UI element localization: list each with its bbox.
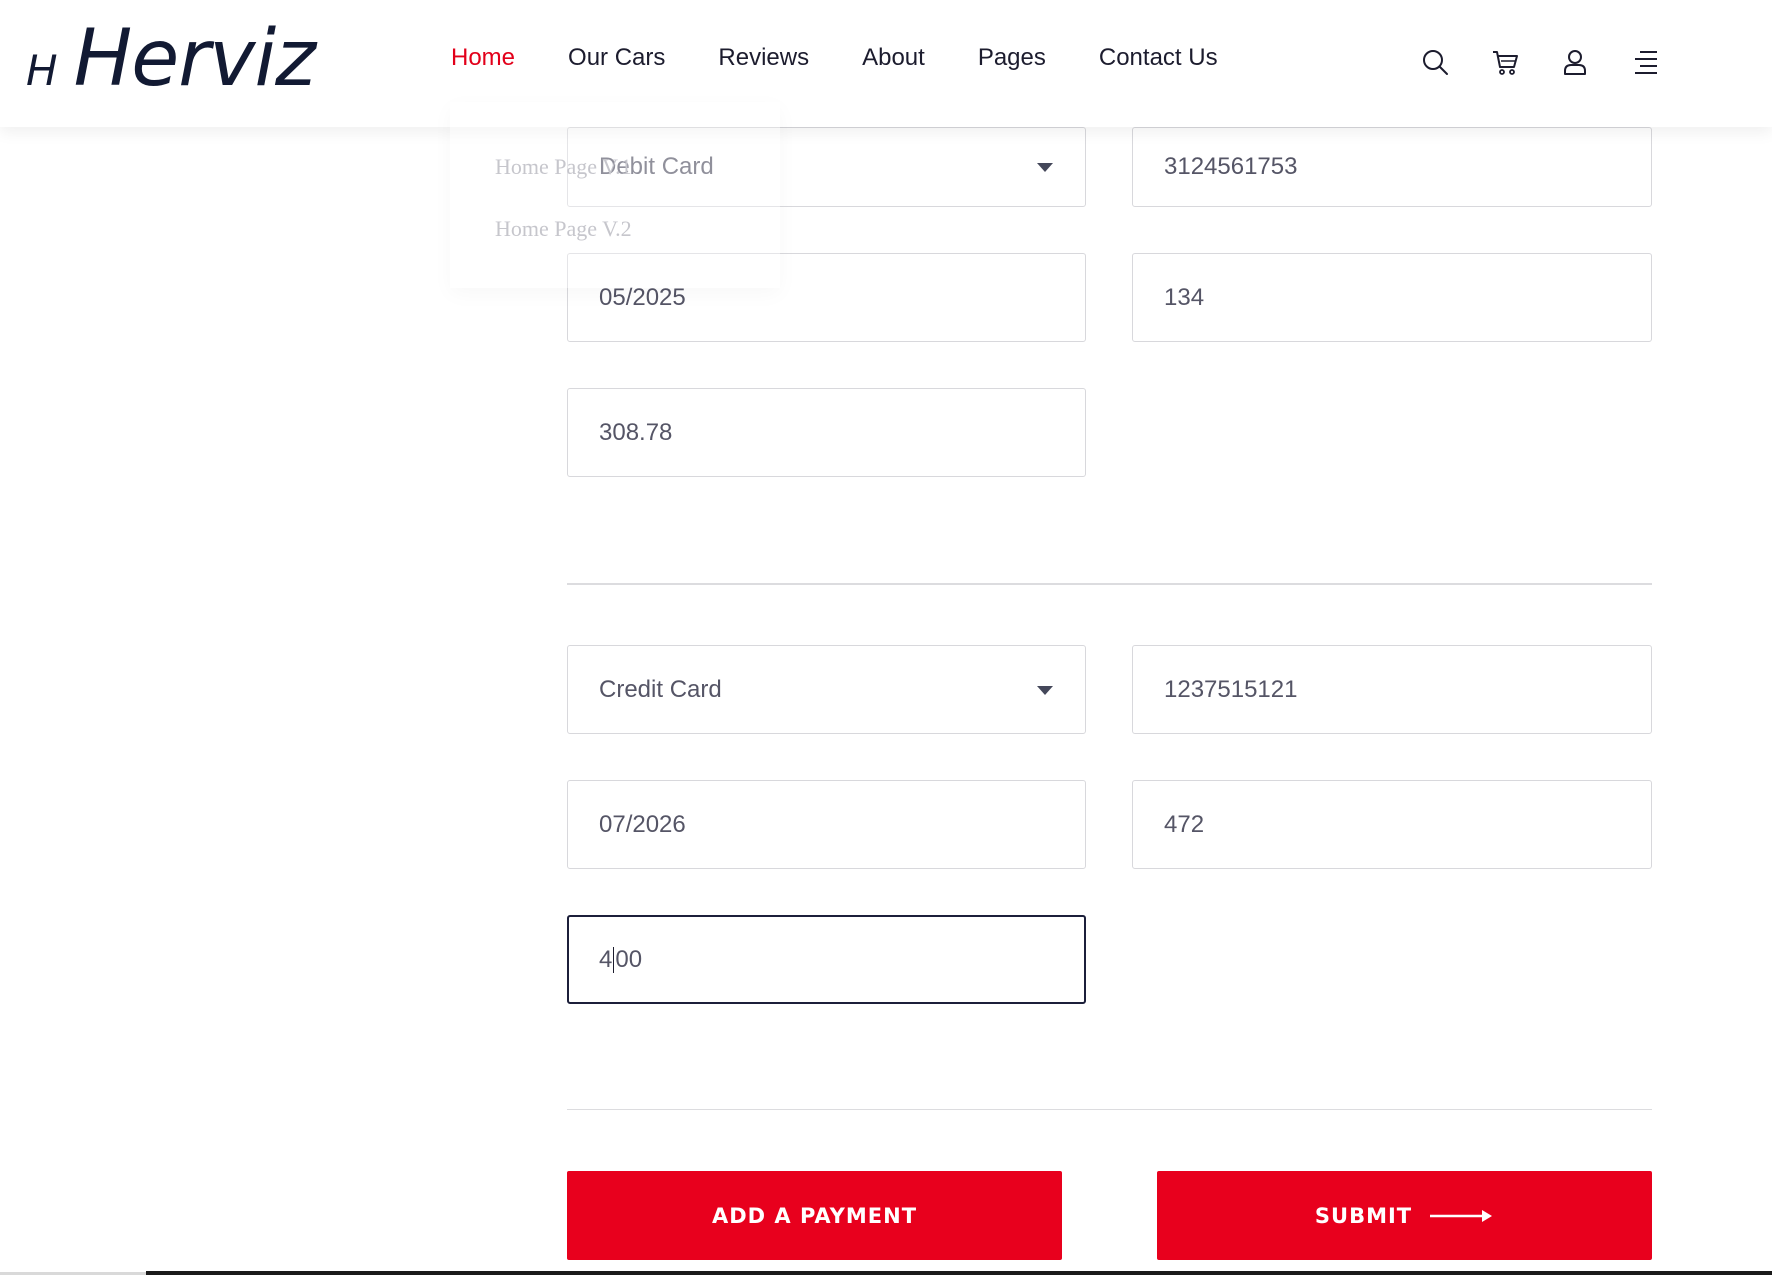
card-number-field-1[interactable]: 3124561753 (1132, 127, 1652, 207)
cart-icon[interactable] (1491, 48, 1519, 76)
card-number-value-2: 1237515121 (1164, 675, 1298, 703)
dropdown-item-home-v2[interactable]: Home Page V.2 (495, 216, 632, 242)
amount-value-2-before: 4 (599, 945, 613, 973)
nav-item-pages[interactable]: Pages (978, 44, 1046, 72)
cvv-field-1[interactable]: 134 (1132, 253, 1652, 342)
submit-label: SUBMIT (1314, 1203, 1413, 1228)
amount-field-2[interactable]: 4 00 (567, 915, 1086, 1004)
nav-item-reviews[interactable]: Reviews (718, 44, 809, 72)
card-number-field-2[interactable]: 1237515121 (1132, 645, 1652, 734)
cvv-value-2: 472 (1164, 810, 1205, 838)
site-header: H Herviz Home Our Cars Reviews About Pag… (0, 0, 1772, 127)
search-icon[interactable] (1421, 48, 1449, 76)
brand-name: Herviz (73, 14, 316, 104)
horizontal-scrollbar[interactable] (146, 1271, 1772, 1275)
add-payment-label: ADD A PAYMENT (711, 1203, 918, 1228)
user-icon[interactable] (1561, 48, 1589, 76)
dropdown-item-home-v1[interactable]: Home Page V.1 (495, 154, 632, 180)
menu-icon[interactable] (1631, 48, 1659, 76)
payment-method-value-2: Credit Card (599, 675, 722, 703)
add-payment-button[interactable]: ADD A PAYMENT (567, 1171, 1062, 1260)
header-actions (1421, 48, 1659, 76)
nav-item-home[interactable]: Home (451, 44, 515, 72)
amount-value-2: 4 00 (599, 946, 642, 974)
amount-value-2-after: 00 (615, 945, 643, 973)
cvv-value-1: 134 (1164, 283, 1205, 311)
section-divider-bottom (567, 1109, 1652, 1110)
card-number-value-1: 3124561753 (1164, 153, 1298, 180)
chevron-down-icon (1037, 163, 1053, 172)
home-dropdown-menu: Home Page V.1 Home Page V.2 (450, 102, 780, 288)
expiry-field-2[interactable]: 07/2026 (567, 780, 1086, 869)
nav-item-our-cars[interactable]: Our Cars (568, 44, 665, 72)
amount-value-1: 308.78 (599, 418, 673, 446)
arrow-right-icon (1430, 1209, 1493, 1222)
nav-item-about[interactable]: About (862, 44, 925, 72)
payment-method-select-2[interactable]: Credit Card (567, 645, 1086, 734)
cvv-field-2[interactable]: 472 (1132, 780, 1652, 869)
main-nav: Home Our Cars Reviews About Pages Contac… (451, 44, 1218, 72)
brand-mark: H (26, 46, 58, 95)
nav-item-contact-us[interactable]: Contact Us (1099, 44, 1218, 72)
expiry-value-2: 07/2026 (599, 810, 686, 838)
amount-field-1[interactable]: 308.78 (567, 388, 1086, 477)
brand-logo[interactable]: H Herviz (26, 14, 316, 114)
chevron-down-icon (1037, 685, 1053, 695)
submit-button[interactable]: SUBMIT (1157, 1171, 1652, 1260)
section-divider (567, 583, 1652, 585)
